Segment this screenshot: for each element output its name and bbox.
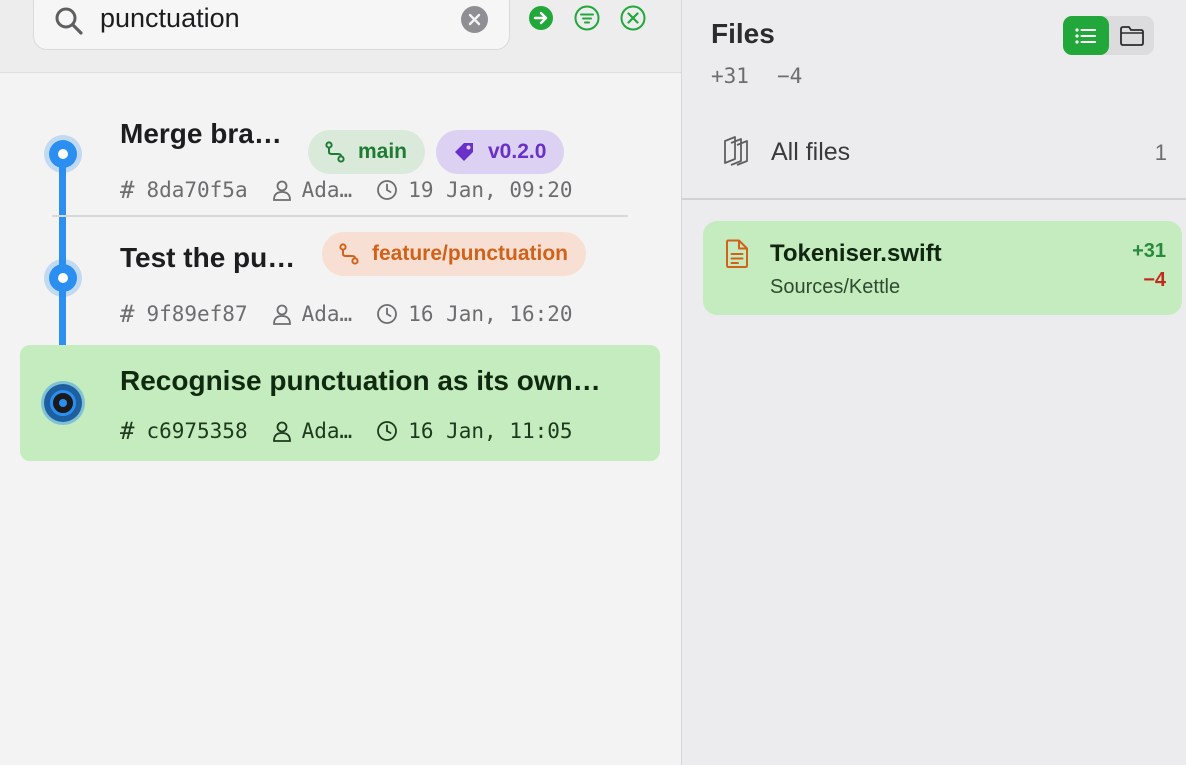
branch-badge-feature[interactable]: feature/punctuation: [322, 232, 587, 276]
commit-node: [49, 264, 77, 292]
file-deletions: −4: [1143, 269, 1166, 291]
branch-icon: [339, 243, 359, 265]
clear-search-button[interactable]: [461, 6, 488, 33]
diff-stats: +31 −4: [711, 64, 802, 88]
all-files-count: 1: [1154, 140, 1167, 165]
total-deletions: −4: [776, 64, 803, 88]
commit-meta: # c6975358 Ada… 16 Jan, 11:05: [120, 417, 573, 445]
files-title: Files: [711, 18, 775, 49]
tag-badge[interactable]: v0.2.0: [436, 130, 565, 174]
person-icon: [272, 180, 291, 201]
commit-date: 16 Jan, 16:20: [408, 302, 573, 326]
commit-title: Merge bra…: [120, 118, 282, 149]
clock-icon: [377, 304, 398, 324]
clear-icon: [468, 13, 481, 26]
branch-icon: [325, 141, 345, 163]
commit-author: Ada…: [301, 178, 353, 202]
commit-hash[interactable]: c6975358: [146, 419, 247, 443]
commit-meta: # 9f89ef87 Ada… 16 Jan, 16:20: [120, 300, 573, 328]
search-field[interactable]: punctuation: [33, 0, 510, 50]
hash-icon: #: [120, 300, 135, 328]
commit-row[interactable]: Test the pu… feature/punctuation # 9f89e…: [20, 220, 660, 336]
branch-badge-label: feature/punctuation: [372, 242, 569, 265]
search-icon: [55, 7, 83, 35]
file-name: Tokeniser.swift: [770, 240, 942, 267]
stacked-files-icon: [724, 136, 748, 166]
current-commit-node: [44, 384, 82, 422]
commit-hash[interactable]: 8da70f5a: [146, 178, 247, 202]
total-additions: +31: [711, 64, 749, 88]
tag-icon: [455, 143, 473, 161]
commit-hash[interactable]: 9f89ef87: [146, 302, 247, 326]
commit-row[interactable]: Merge bra… main v0.2.0 # 8da70f5a Ada… 1…: [20, 96, 660, 212]
all-files-label: All files: [771, 138, 851, 166]
branch-badge-main[interactable]: main: [308, 130, 426, 174]
commit-date: 19 Jan, 09:20: [408, 178, 573, 202]
commit-row-selected[interactable]: Recognise punctuation as its own… # c697…: [20, 345, 660, 461]
folder-icon: [1119, 25, 1144, 46]
list-view-button[interactable]: [1063, 16, 1109, 55]
commit-author: Ada…: [301, 419, 353, 443]
commit-author: Ada…: [301, 302, 353, 326]
hash-icon: #: [120, 176, 135, 204]
person-icon: [272, 421, 291, 442]
file-path: Sources/Kettle: [770, 276, 901, 298]
clock-icon: [377, 180, 398, 200]
files-divider: [682, 198, 1186, 200]
swift-file-icon: [726, 239, 748, 268]
branch-badge-label: main: [358, 140, 408, 163]
commit-title: Recognise punctuation as its own…: [120, 365, 601, 396]
row-divider: [52, 215, 628, 217]
commit-history-pane: punctuation Merge bra… main v0.2.0 # 8da…: [0, 0, 681, 765]
commit-title: Test the pu…: [120, 242, 296, 273]
hash-icon: #: [120, 417, 135, 445]
search-input[interactable]: punctuation: [100, 3, 240, 34]
file-additions: +31: [1132, 240, 1166, 262]
commit-date: 16 Jan, 11:05: [408, 419, 573, 443]
list-icon: [1075, 27, 1096, 44]
close-search-button[interactable]: [620, 5, 646, 31]
view-mode-toggle: [1063, 16, 1154, 55]
filter-button[interactable]: [574, 5, 600, 31]
file-row-selected[interactable]: Tokeniser.swift Sources/Kettle +31 −4: [703, 221, 1182, 315]
all-files-row[interactable]: All files 1: [682, 120, 1186, 184]
search-toolbar: punctuation: [0, 0, 681, 73]
tag-badge-label: v0.2.0: [488, 140, 547, 163]
next-result-button[interactable]: [528, 5, 554, 31]
clock-icon: [377, 421, 398, 441]
commit-meta: # 8da70f5a Ada… 19 Jan, 09:20: [120, 176, 573, 204]
commit-node: [49, 140, 77, 168]
files-pane: Files +31 −4 All files 1 Tokeniser.swift…: [681, 0, 1186, 765]
person-icon: [272, 304, 291, 325]
folder-view-button[interactable]: [1109, 16, 1154, 55]
